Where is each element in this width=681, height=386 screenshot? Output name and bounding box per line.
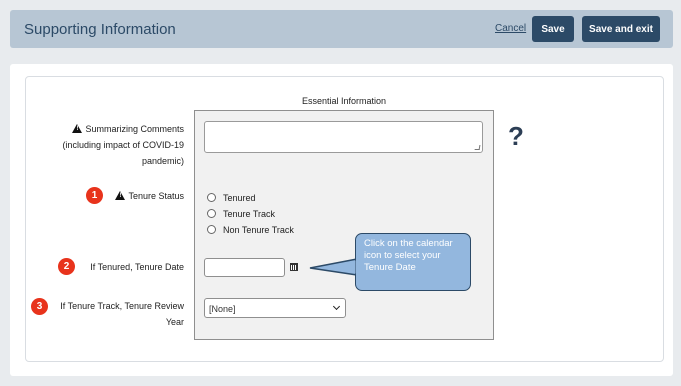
calendar-callout: Click on the calendar icon to select you… (355, 233, 471, 291)
cancel-link[interactable]: Cancel (495, 23, 526, 34)
radio-circle-icon[interactable] (207, 193, 216, 202)
radio-non-tenure-track[interactable]: Non Tenure Track (207, 224, 294, 236)
review-year-label: If Tenure Track, Tenure Review Year (60, 301, 184, 327)
warning-icon (115, 191, 126, 200)
tenure-status-label-text: Tenure Status (128, 191, 184, 201)
step-badge-1: 1 (86, 187, 103, 204)
radio-label: Tenured (223, 193, 256, 203)
radio-tenure-track[interactable]: Tenure Track (207, 208, 275, 220)
page-title: Supporting Information (24, 21, 176, 38)
comments-label: Summarizing Comments (including impact o… (50, 121, 184, 169)
page-header: Supporting Information Cancel Save Save … (10, 10, 673, 48)
radio-circle-icon[interactable] (207, 225, 216, 234)
tenure-status-label: Tenure Status (104, 188, 184, 204)
review-year-select[interactable]: [None] (204, 298, 346, 318)
section-title: Essential Information (301, 96, 387, 106)
save-and-exit-button[interactable]: Save and exit (582, 16, 660, 42)
radio-label: Tenure Track (223, 209, 276, 219)
tenure-date-label: If Tenured, Tenure Date (90, 262, 184, 272)
select-value: [None] (209, 304, 236, 314)
tenure-date-input[interactable] (204, 258, 285, 277)
resize-handle-icon[interactable] (474, 145, 481, 150)
step-badge-2: 2 (58, 258, 75, 275)
help-icon[interactable]: ? (508, 121, 524, 151)
save-button[interactable]: Save (532, 16, 574, 42)
radio-circle-icon[interactable] (207, 209, 216, 218)
calendar-icon[interactable] (290, 263, 298, 271)
radio-tenured[interactable]: Tenured (207, 192, 256, 204)
comments-textarea[interactable] (204, 121, 483, 153)
radio-label: Non Tenure Track (223, 225, 294, 235)
chevron-down-icon (332, 302, 341, 311)
step-badge-3: 3 (31, 298, 48, 315)
warning-icon (72, 124, 83, 133)
